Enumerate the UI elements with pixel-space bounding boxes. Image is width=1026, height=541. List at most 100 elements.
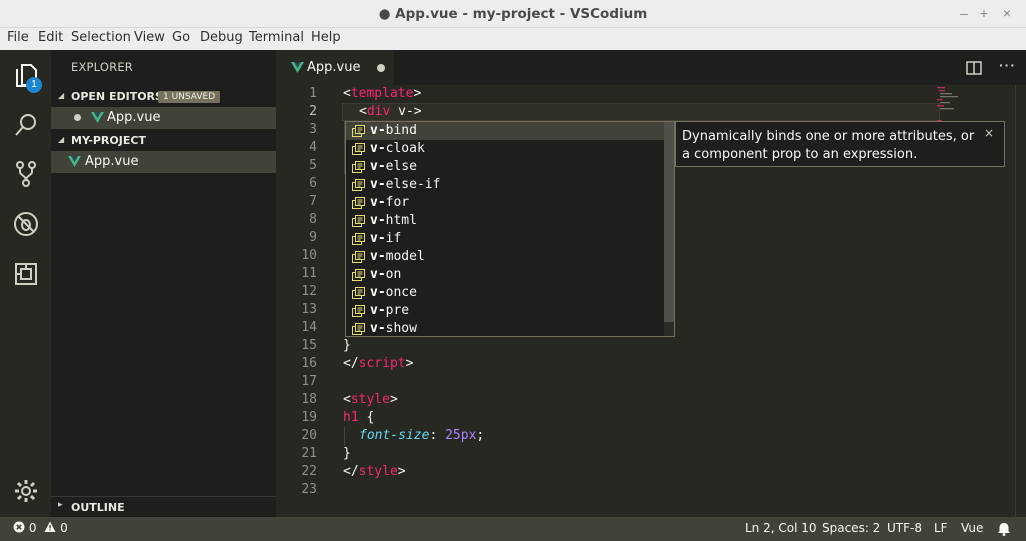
tab-app-vue[interactable]: App.vue: [276, 50, 394, 85]
menu-debug[interactable]: Debug: [200, 30, 243, 45]
encoding-status[interactable]: UTF-8: [887, 521, 922, 535]
line-number: 16: [301, 356, 317, 371]
menu-selection[interactable]: Selection: [71, 30, 131, 45]
maximize-icon[interactable]: +: [976, 5, 992, 21]
unsaved-badge: 1 UNSAVED: [158, 91, 221, 103]
line-number: 22: [301, 464, 317, 479]
warning-icon: [44, 521, 56, 532]
debug-icon[interactable]: [10, 208, 42, 240]
current-line-highlight: [342, 103, 940, 121]
snippet-icon: [352, 161, 365, 173]
suggest-scrollbar[interactable]: [664, 122, 674, 336]
line-number: 2: [309, 104, 317, 119]
suggest-item-match: v-: [370, 285, 386, 300]
suggest-item-match: v-: [370, 249, 386, 264]
cursor-position[interactable]: Ln 2, Col 10: [745, 521, 817, 535]
suggest-item-match: v-: [370, 303, 386, 318]
explorer-sidebar: EXPLORER ◢ OPEN EDITORS 1 UNSAVED App.vu…: [51, 50, 276, 517]
menu-terminal[interactable]: Terminal: [249, 30, 304, 45]
suggest-item-match: v-: [370, 231, 386, 246]
code-line: h1 {: [343, 410, 375, 425]
suggest-item-rest: pre: [385, 303, 410, 318]
problems-status[interactable]: 0 0: [13, 521, 68, 535]
suggest-item-rest: show: [385, 321, 417, 336]
suggest-item[interactable]: v-once: [346, 284, 664, 302]
suggest-item[interactable]: v-show: [346, 320, 664, 336]
source-control-icon[interactable]: [10, 158, 42, 190]
unsaved-dot-icon[interactable]: [74, 114, 81, 121]
unsaved-dot-icon[interactable]: [377, 64, 385, 72]
close-window-icon[interactable]: ×: [999, 5, 1015, 21]
split-editor-icon[interactable]: [966, 61, 982, 75]
indentation-status[interactable]: Spaces: 2: [822, 521, 880, 535]
search-icon[interactable]: [10, 109, 42, 141]
suggest-item[interactable]: v-cloak: [346, 140, 664, 158]
project-header[interactable]: ◢ MY-PROJECT: [51, 131, 276, 151]
line-number: 11: [301, 266, 317, 281]
suggest-item-label: v-for: [370, 195, 409, 210]
close-icon[interactable]: ×: [984, 124, 994, 142]
language-status[interactable]: Vue: [961, 521, 983, 535]
snippet-icon: [352, 287, 365, 299]
suggest-item[interactable]: v-model: [346, 248, 664, 266]
more-actions-icon[interactable]: ···: [999, 57, 1016, 73]
project-label: MY-PROJECT: [71, 134, 146, 147]
line-number: 21: [301, 446, 317, 461]
suggest-item-match: v-: [370, 321, 386, 336]
suggest-item-rest: once: [385, 285, 417, 300]
open-editors-header[interactable]: ◢ OPEN EDITORS 1 UNSAVED: [51, 87, 276, 107]
project-file-item[interactable]: App.vue: [51, 151, 276, 173]
suggest-item-label: v-bind: [370, 123, 417, 138]
line-number: 19: [301, 410, 317, 425]
suggest-item-rest: html: [385, 213, 417, 228]
line-number: 12: [301, 284, 317, 299]
tab-label: App.vue: [307, 60, 361, 75]
code-line: }: [343, 446, 351, 461]
snippet-icon: [352, 323, 365, 335]
warning-count: 0: [60, 521, 68, 535]
vertical-scrollbar[interactable]: [1015, 85, 1026, 517]
snippet-icon: [352, 179, 365, 191]
line-number: 18: [301, 392, 317, 407]
gear-icon[interactable]: [10, 475, 42, 507]
suggest-item[interactable]: v-if: [346, 230, 664, 248]
snippet-icon: [352, 143, 365, 155]
open-editor-item[interactable]: App.vue: [51, 107, 276, 129]
vue-file-icon: [68, 156, 81, 167]
menu-file[interactable]: File: [7, 30, 29, 45]
line-number: 5: [309, 158, 317, 173]
suggest-item[interactable]: v-else: [346, 158, 664, 176]
suggest-item[interactable]: v-on: [346, 266, 664, 284]
menu-help[interactable]: Help: [311, 30, 341, 45]
code-line: <div v->: [359, 104, 422, 119]
chevron-right-icon: ▸: [58, 500, 63, 510]
suggest-item[interactable]: v-bind: [346, 122, 664, 140]
suggest-item-rest: for: [385, 195, 410, 210]
eol-status[interactable]: LF: [934, 521, 948, 535]
line-number: 13: [301, 302, 317, 317]
activity-bar: 1: [0, 50, 51, 517]
suggest-details: Dynamically binds one or more attributes…: [675, 121, 1005, 167]
code-line: <style>: [343, 392, 398, 407]
menu-go[interactable]: Go: [172, 30, 190, 45]
bell-icon[interactable]: [997, 522, 1011, 536]
suggest-item[interactable]: v-pre: [346, 302, 664, 320]
suggest-item[interactable]: v-for: [346, 194, 664, 212]
suggest-item[interactable]: v-html: [346, 212, 664, 230]
outline-header[interactable]: ▸ OUTLINE: [51, 496, 276, 516]
line-number: 17: [301, 374, 317, 389]
suggest-item-rest: else: [385, 159, 417, 174]
suggest-item-label: v-else: [370, 159, 417, 174]
suggest-item-label: v-once: [370, 285, 417, 300]
line-number: 14: [301, 320, 317, 335]
line-number: 4: [309, 140, 317, 155]
window-title: ● App.vue - my-project - VSCodium: [378, 6, 648, 22]
menu-edit[interactable]: Edit: [38, 30, 63, 45]
extensions-icon[interactable]: [10, 258, 42, 290]
suggest-item[interactable]: v-else-if: [346, 176, 664, 194]
minimize-icon[interactable]: –: [956, 5, 972, 21]
suggest-item-label: v-on: [370, 267, 401, 282]
project-filename: App.vue: [85, 154, 139, 169]
suggest-scroll-thumb[interactable]: [664, 122, 674, 322]
menu-view[interactable]: View: [134, 30, 165, 45]
